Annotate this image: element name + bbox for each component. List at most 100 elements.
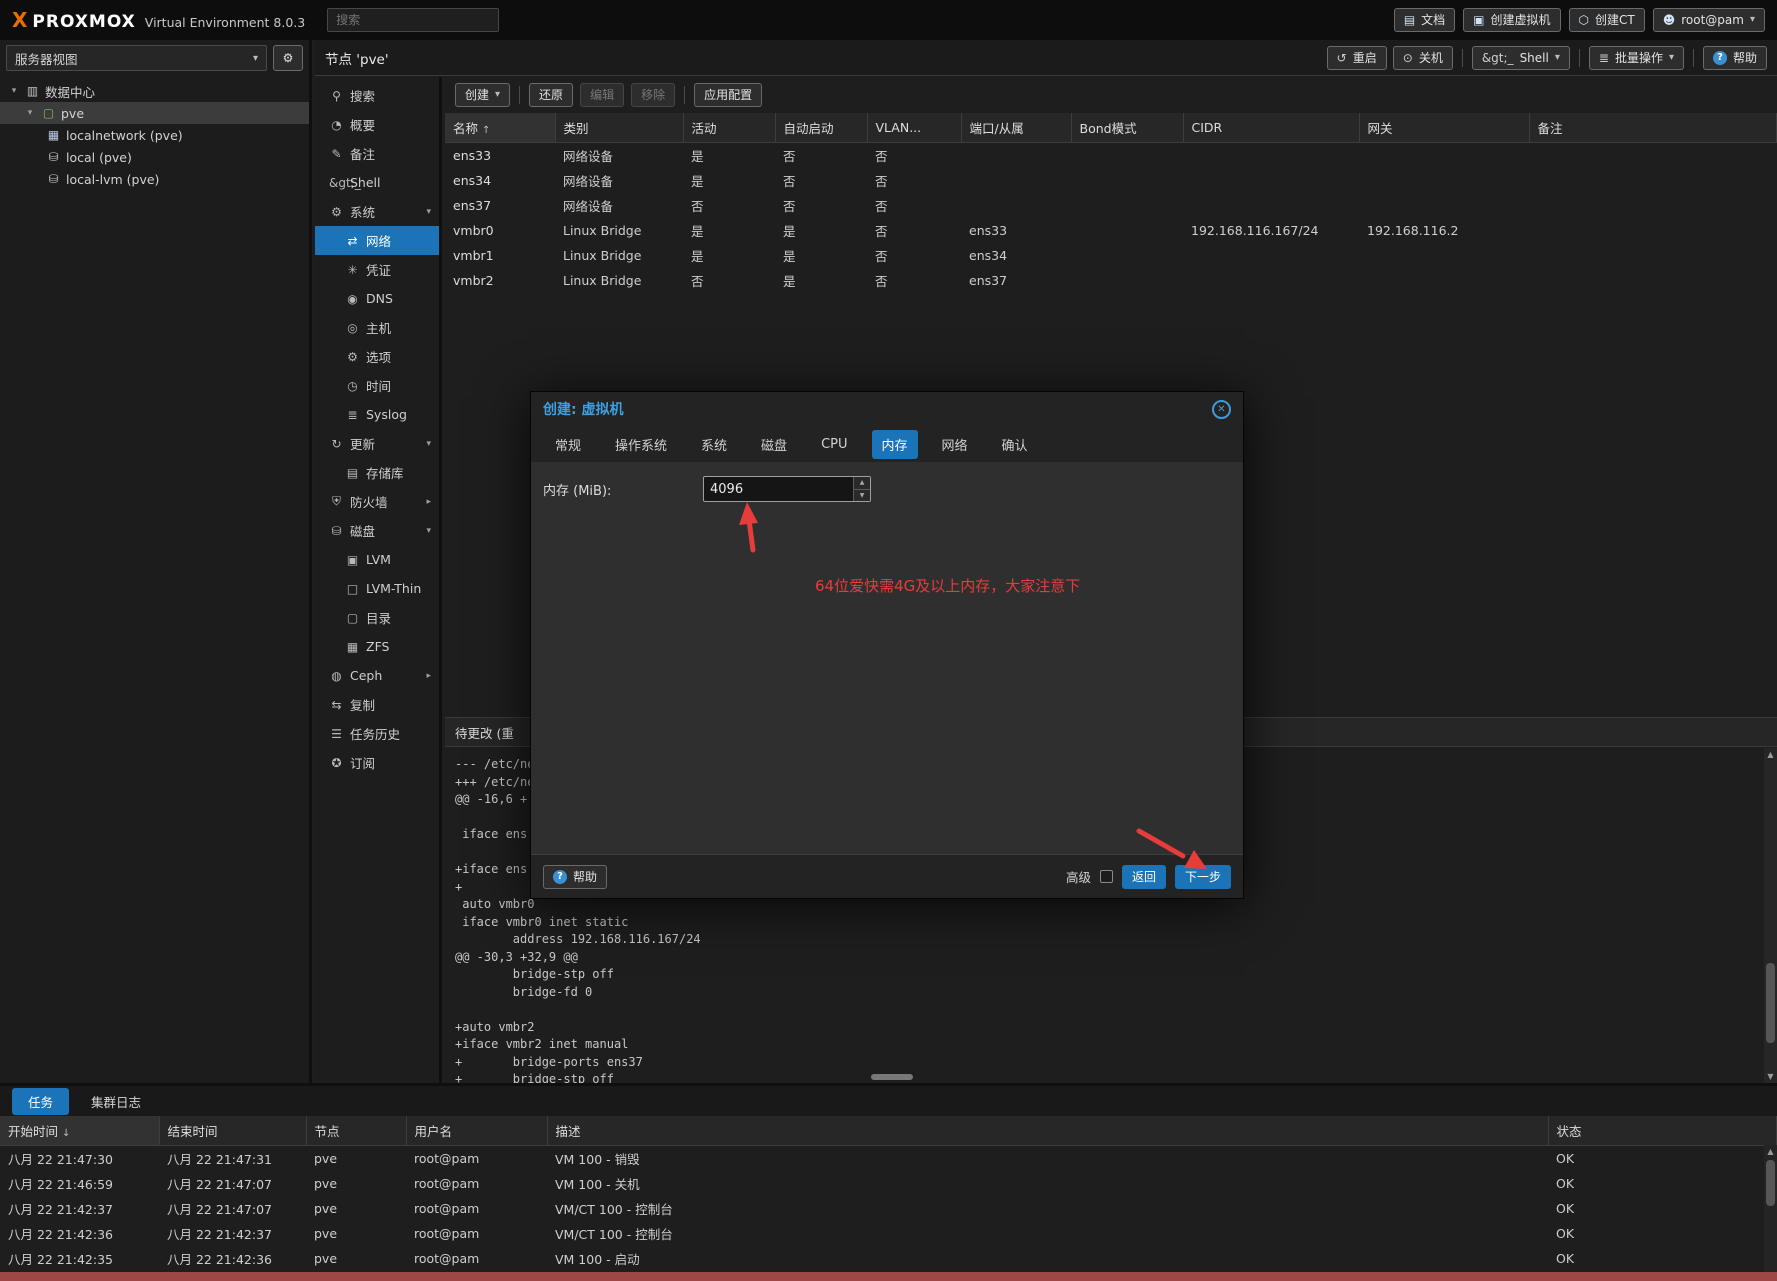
menu-item-syslog[interactable]: ≣ Syslog xyxy=(315,400,439,429)
column-header-start-time[interactable]: 开始时间↓ xyxy=(0,1116,159,1146)
scroll-up-icon[interactable]: ▲ xyxy=(1767,1147,1773,1156)
memory-input[interactable] xyxy=(704,477,853,501)
menu-item-directory[interactable]: ▢ 目录 xyxy=(315,603,439,632)
column-header-comment[interactable]: 备注 xyxy=(1529,113,1777,143)
column-header-active[interactable]: 活动 xyxy=(683,113,775,143)
close-icon[interactable]: ✕ xyxy=(1212,400,1231,419)
chevron-down-icon[interactable]: ▾ xyxy=(426,526,431,536)
menu-item-certificates[interactable]: ✳ 凭证 xyxy=(315,255,439,284)
column-header-description[interactable]: 描述 xyxy=(547,1116,1548,1146)
column-header-type[interactable]: 类别 xyxy=(555,113,683,143)
tree-item-pve[interactable]: ▾ ▢ pve xyxy=(0,102,309,124)
create-vm-button[interactable]: ▣ 创建虚拟机 xyxy=(1463,8,1560,32)
bulk-actions-button[interactable]: ≣ 批量操作 ▾ xyxy=(1589,46,1684,70)
remove-button[interactable]: 移除 xyxy=(631,83,675,107)
shell-button[interactable]: &gt;_ Shell ▾ xyxy=(1472,46,1570,70)
column-header-end-time[interactable]: 结束时间 xyxy=(159,1116,306,1146)
tab-tasks[interactable]: 任务 xyxy=(12,1088,69,1115)
task-row[interactable]: 八月 22 21:47:30 八月 22 21:47:31 pve root@p… xyxy=(0,1146,1777,1172)
menu-item-hosts[interactable]: ◎ 主机 xyxy=(315,313,439,342)
help-button[interactable]: ? 帮助 xyxy=(1703,46,1767,70)
scroll-down-icon[interactable]: ▼ xyxy=(1767,1072,1773,1081)
menu-item-zfs[interactable]: ▦ ZFS xyxy=(315,632,439,661)
view-selector[interactable]: 服务器视图 ▾ xyxy=(6,45,267,71)
column-header-node[interactable]: 节点 xyxy=(306,1116,406,1146)
dialog-title-bar[interactable]: 创建: 虚拟机 ✕ xyxy=(531,392,1243,426)
menu-item-firewall[interactable]: ⛨ 防火墙 ▸ xyxy=(315,487,439,516)
shutdown-button[interactable]: ⊙ 关机 xyxy=(1393,46,1453,70)
tab-confirm[interactable]: 确认 xyxy=(992,430,1038,459)
task-row[interactable]: 八月 22 21:42:35 八月 22 21:42:36 pve root@p… xyxy=(0,1246,1777,1271)
menu-item-dns[interactable]: ◉ DNS xyxy=(315,284,439,313)
revert-button[interactable]: 还原 xyxy=(529,83,573,107)
tree-item-datacenter[interactable]: ▾ ▥ 数据中心 xyxy=(0,80,309,102)
chevron-down-icon[interactable]: ▾ xyxy=(426,439,431,449)
tab-cluster-log[interactable]: 集群日志 xyxy=(75,1088,157,1115)
tab-disks[interactable]: 磁盘 xyxy=(751,430,797,459)
expander-icon[interactable]: ▾ xyxy=(8,86,20,96)
tab-general[interactable]: 常规 xyxy=(545,430,591,459)
table-row[interactable]: ens33 网络设备 是 否 否 xyxy=(445,143,1777,169)
table-row[interactable]: ens37 网络设备 否 否 否 xyxy=(445,193,1777,218)
horizontal-scrollbar-thumb[interactable] xyxy=(871,1074,913,1080)
column-header-ports[interactable]: 端口/从属 xyxy=(961,113,1071,143)
menu-item-options[interactable]: ⚙ 选项 xyxy=(315,342,439,371)
tree-settings-button[interactable]: ⚙ xyxy=(273,45,303,71)
tab-os[interactable]: 操作系统 xyxy=(605,430,677,459)
spinner-up-icon[interactable]: ▲ xyxy=(854,477,870,490)
user-menu-button[interactable]: ☻ root@pam ▾ xyxy=(1653,8,1765,32)
menu-item-summary[interactable]: ◔ 概要 xyxy=(315,110,439,139)
table-row[interactable]: ens34 网络设备 是 否 否 xyxy=(445,168,1777,193)
edit-button[interactable]: 编辑 xyxy=(580,83,624,107)
chevron-down-icon[interactable]: ▾ xyxy=(426,207,431,217)
column-header-status[interactable]: 状态 xyxy=(1548,1116,1777,1146)
menu-item-lvm[interactable]: ▣ LVM xyxy=(315,545,439,574)
spinner-down-icon[interactable]: ▼ xyxy=(854,490,870,502)
back-button[interactable]: 返回 xyxy=(1122,865,1166,889)
table-row[interactable]: vmbr2 Linux Bridge 否 是 否 ens37 xyxy=(445,268,1777,293)
menu-item-repositories[interactable]: ▤ 存储库 xyxy=(315,458,439,487)
chevron-right-icon[interactable]: ▸ xyxy=(426,497,431,507)
column-header-vlan[interactable]: VLAN... xyxy=(867,113,961,143)
menu-item-network[interactable]: ⇄ 网络 xyxy=(315,226,439,255)
menu-item-time[interactable]: ◷ 时间 xyxy=(315,371,439,400)
scrollbar-thumb[interactable] xyxy=(1766,1160,1775,1206)
column-header-gateway[interactable]: 网关 xyxy=(1359,113,1529,143)
table-row[interactable]: vmbr0 Linux Bridge 是 是 否 ens33 192.168.1… xyxy=(445,218,1777,243)
scroll-up-icon[interactable]: ▲ xyxy=(1767,750,1773,759)
tab-cpu[interactable]: CPU xyxy=(811,432,857,457)
dialog-help-button[interactable]: ? 帮助 xyxy=(543,865,607,889)
tree-item-local[interactable]: ⛁ local (pve) xyxy=(0,146,309,168)
tab-system[interactable]: 系统 xyxy=(691,430,737,459)
menu-item-lvm-thin[interactable]: □ LVM-Thin xyxy=(315,574,439,603)
column-header-autostart[interactable]: 自动启动 xyxy=(775,113,867,143)
create-ct-button[interactable]: ⬡ 创建CT xyxy=(1569,8,1645,32)
task-row[interactable]: 八月 22 21:42:36 八月 22 21:42:37 pve root@p… xyxy=(0,1221,1777,1246)
apply-config-button[interactable]: 应用配置 xyxy=(694,83,762,107)
create-button[interactable]: 创建 ▾ xyxy=(455,83,510,107)
expander-icon[interactable]: ▾ xyxy=(24,108,36,118)
memory-spinner[interactable]: ▲ ▼ xyxy=(703,476,871,502)
next-button[interactable]: 下一步 xyxy=(1175,865,1231,889)
tree-item-local-lvm[interactable]: ⛁ local-lvm (pve) xyxy=(0,168,309,190)
advanced-checkbox[interactable] xyxy=(1100,870,1113,883)
menu-item-task-history[interactable]: ☰ 任务历史 xyxy=(315,719,439,748)
tab-network[interactable]: 网络 xyxy=(932,430,978,459)
column-header-cidr[interactable]: CIDR xyxy=(1183,113,1359,143)
menu-item-subscription[interactable]: ✪ 订阅 xyxy=(315,748,439,777)
menu-item-search[interactable]: ⚲ 搜索 xyxy=(315,81,439,110)
column-header-name[interactable]: 名称↑ xyxy=(445,113,555,143)
column-header-bond-mode[interactable]: Bond模式 xyxy=(1071,113,1183,143)
task-row[interactable]: 八月 22 21:42:37 八月 22 21:47:07 pve root@p… xyxy=(0,1196,1777,1221)
chevron-right-icon[interactable]: ▸ xyxy=(426,671,431,681)
scrollbar-thumb[interactable] xyxy=(1766,963,1775,1043)
task-row[interactable]: 八月 22 21:46:59 八月 22 21:47:07 pve root@p… xyxy=(0,1171,1777,1196)
documentation-button[interactable]: ▤ 文档 xyxy=(1394,8,1455,32)
menu-item-ceph[interactable]: ◍ Ceph ▸ xyxy=(315,661,439,690)
global-search-input[interactable] xyxy=(327,8,499,32)
menu-item-notes[interactable]: ✎ 备注 xyxy=(315,139,439,168)
table-row[interactable]: vmbr1 Linux Bridge 是 是 否 ens34 xyxy=(445,243,1777,268)
menu-item-system[interactable]: ⚙ 系统 ▾ xyxy=(315,197,439,226)
menu-item-replication[interactable]: ⇆ 复制 xyxy=(315,690,439,719)
tree-item-localnetwork[interactable]: ▦ localnetwork (pve) xyxy=(0,124,309,146)
